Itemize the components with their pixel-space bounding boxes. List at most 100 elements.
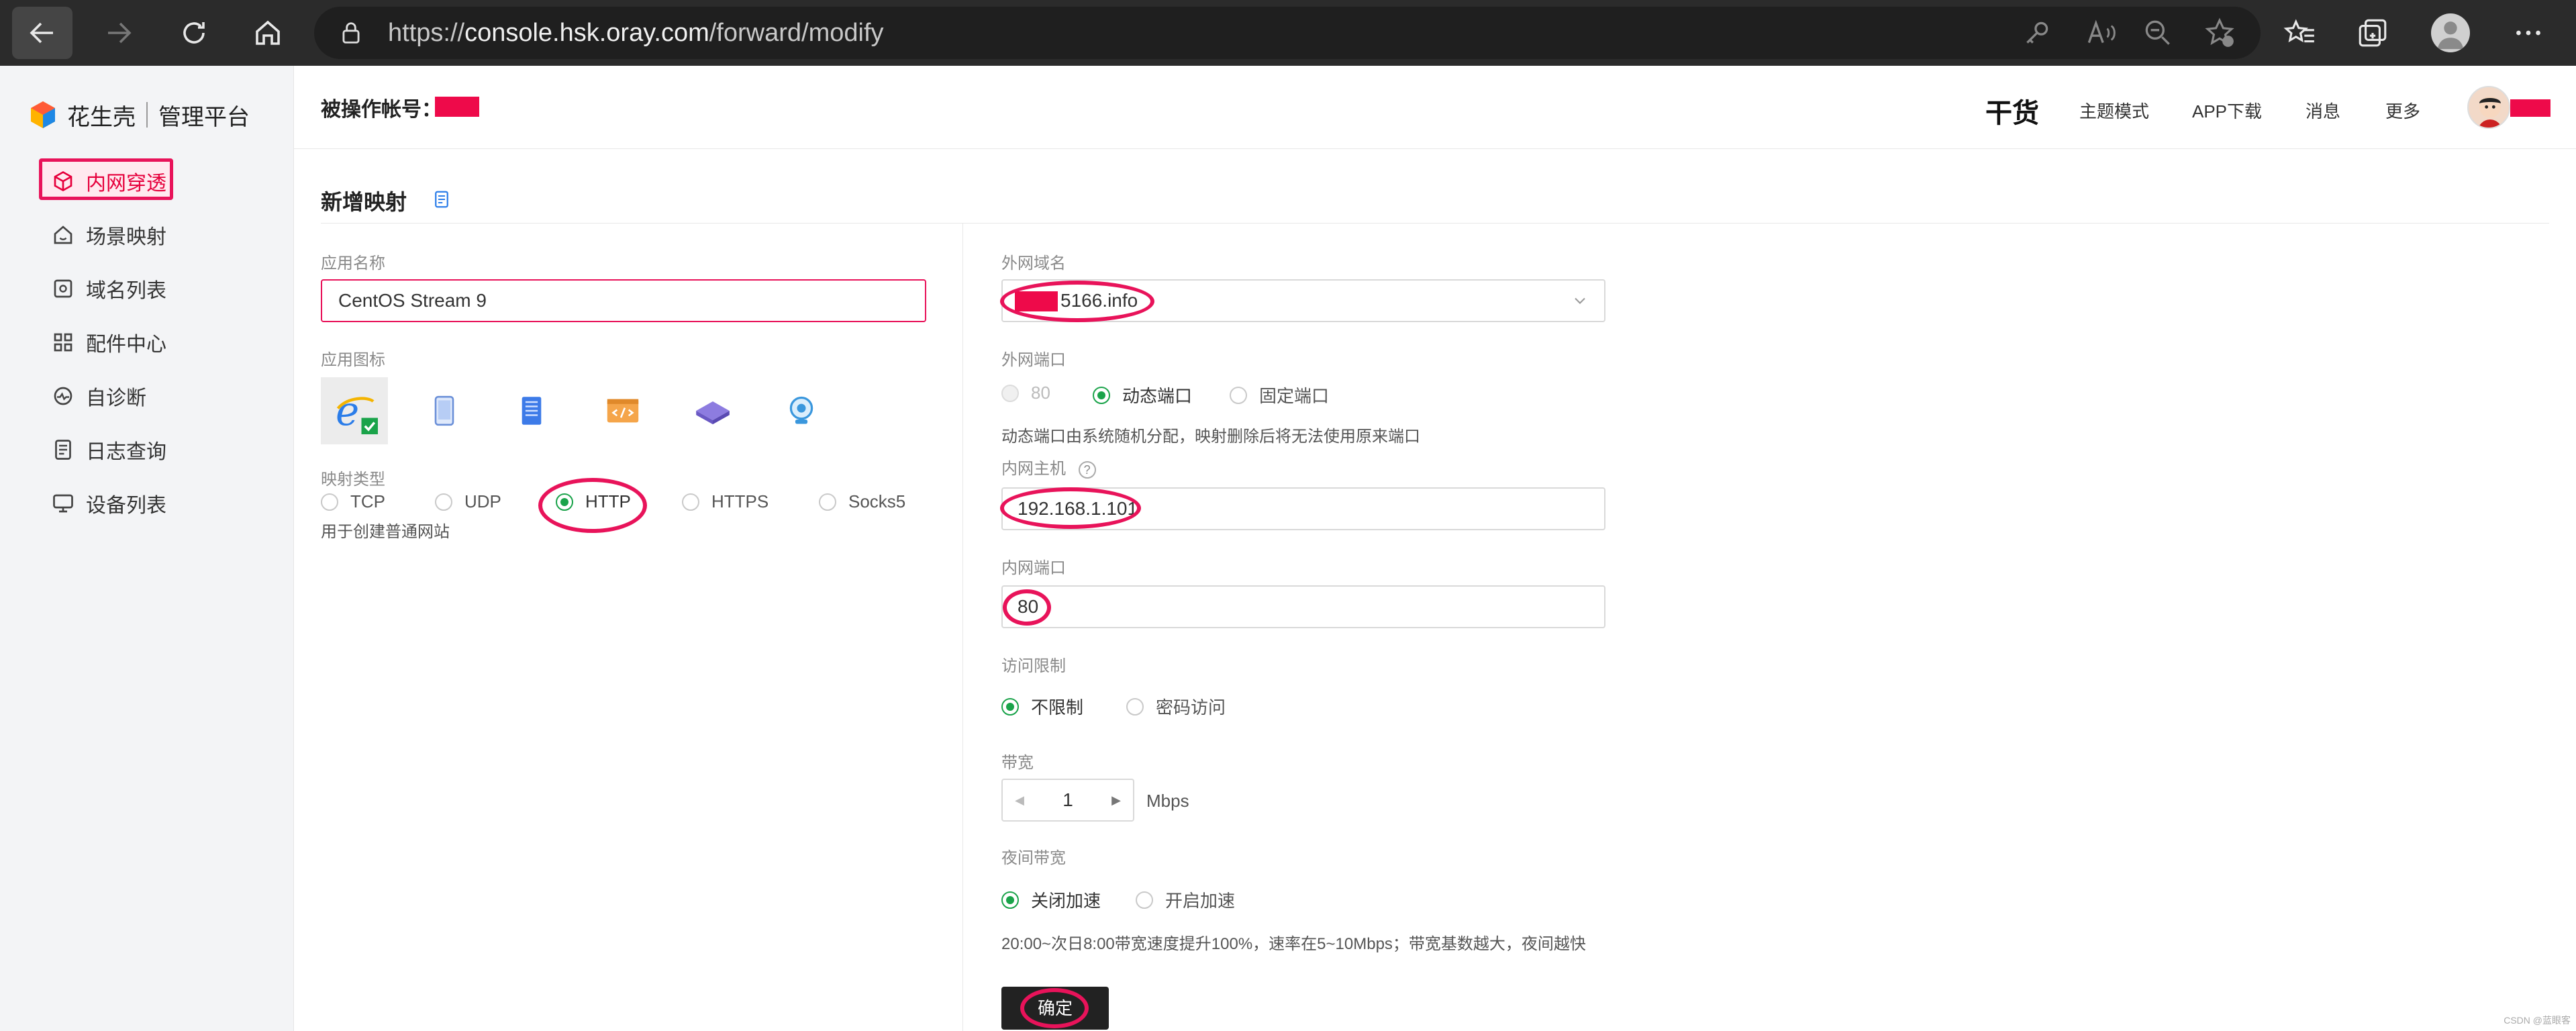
- lock-icon: [342, 22, 360, 44]
- night-bandwidth-hint: 20:00~次日8:00带宽速度提升100%，速率在5~10Mbps；带宽基数越…: [1001, 935, 1586, 953]
- app-icon-label: 应用图标: [321, 351, 385, 369]
- diagnose-icon: [54, 387, 72, 405]
- bandwidth-unit: Mbps: [1146, 791, 1189, 811]
- gan-logo[interactable]: 干货: [1985, 91, 2039, 130]
- sidebar-item-log-query[interactable]: 日志查询: [0, 423, 294, 477]
- radio-label: 动态端口: [1122, 386, 1193, 406]
- radio-dot: [819, 493, 836, 511]
- sidebar-item-label: 自诊断: [86, 387, 146, 409]
- arrow-left-icon: [30, 22, 53, 44]
- title-divider: [321, 223, 2549, 224]
- radio-night-on[interactable]: 开启加速: [1136, 887, 1235, 912]
- profile-avatar[interactable]: [2431, 13, 2470, 52]
- app-name-label: 应用名称: [321, 254, 385, 273]
- radio-access-password[interactable]: 密码访问: [1126, 694, 1226, 719]
- page-title: 新增映射: [321, 190, 407, 214]
- radio-access-unlimited[interactable]: 不限制: [1001, 694, 1083, 719]
- radio-label: UDP: [464, 491, 501, 511]
- router-icon[interactable]: [679, 377, 746, 444]
- browser-toolbar: https://console.hsk.oray.com/forward/mod…: [0, 0, 2576, 66]
- zoom-out-icon[interactable]: [2141, 16, 2175, 50]
- sidebar-item-label: 内网穿透: [86, 173, 166, 195]
- url-text: https://console.hsk.oray.com/forward/mod…: [388, 19, 884, 47]
- ie-icon[interactable]: e: [321, 377, 388, 444]
- chevron-down-icon: [1575, 297, 1585, 304]
- favorites-icon[interactable]: [2283, 16, 2317, 50]
- bandwidth-label: 带宽: [1001, 754, 1034, 772]
- radio-https[interactable]: HTTPS: [682, 491, 769, 512]
- sidebar-item-accessory-center[interactable]: 配件中心: [0, 315, 294, 369]
- sidebar-item-label: 日志查询: [86, 441, 166, 463]
- back-button[interactable]: [12, 7, 72, 59]
- key-icon[interactable]: [2020, 16, 2054, 50]
- refresh-icon: [183, 22, 205, 44]
- brand[interactable]: 花生壳 管理平台: [27, 93, 250, 137]
- sidebar-item-self-diagnosis[interactable]: 自诊断: [0, 369, 294, 423]
- radio-label: 关闭加速: [1031, 891, 1101, 911]
- radio-label: 固定端口: [1259, 386, 1330, 406]
- watermark: CSDN @蓝眼客: [2504, 1015, 2571, 1026]
- bandwidth-stepper[interactable]: ◀ 1 ▶: [1001, 779, 1134, 822]
- help-icon[interactable]: ?: [1078, 461, 1096, 479]
- grid-icon: [54, 333, 72, 352]
- tablet-icon[interactable]: [411, 377, 478, 444]
- more-menu-icon[interactable]: [2512, 16, 2545, 50]
- more-link[interactable]: 更多: [2385, 98, 2420, 123]
- app-download-link[interactable]: APP下载: [2192, 98, 2262, 123]
- ext-port-label: 外网端口: [1001, 351, 1066, 369]
- theme-mode-link[interactable]: 主题模式: [2079, 98, 2149, 123]
- sidebar-item-device-list[interactable]: 设备列表: [0, 477, 294, 530]
- ext-port-hint: 动态端口由系统随机分配，映射删除后将无法使用原来端口: [1001, 428, 1420, 446]
- radio-dot: [1230, 386, 1247, 404]
- sidebar-menu: 内网穿透 场景映射 域名列表 配件中心 自诊断 日志查询 设备列表: [0, 154, 294, 530]
- app-name-input[interactable]: CentOS Stream 9: [321, 279, 926, 322]
- sidebar-item-label: 设备列表: [86, 495, 166, 517]
- radio-port-80[interactable]: 80: [1001, 383, 1050, 403]
- map-type-label: 映射类型: [321, 471, 385, 489]
- sidebar-item-label: 域名列表: [86, 280, 166, 302]
- forward-button[interactable]: [89, 7, 149, 59]
- sidebar: 花生壳 管理平台 内网穿透 场景映射 域名列表 配件中心 自诊断 日志查询 设备…: [0, 66, 294, 1031]
- radio-label: 不限制: [1031, 697, 1084, 718]
- host-label: 内网主机 ?: [1001, 455, 1096, 479]
- radio-night-off[interactable]: 关闭加速: [1001, 887, 1101, 912]
- radio-port-dynamic[interactable]: 动态端口: [1093, 383, 1192, 407]
- address-bar[interactable]: https://console.hsk.oray.com/forward/mod…: [314, 7, 2261, 59]
- radio-dot: [1126, 697, 1144, 716]
- redacted-username: [2510, 99, 2550, 117]
- reload-button[interactable]: [164, 7, 224, 59]
- read-aloud-icon[interactable]: [2083, 16, 2117, 50]
- radio-label: 80: [1031, 383, 1050, 403]
- brand-name: 花生壳: [67, 104, 136, 130]
- collections-icon[interactable]: [2356, 16, 2389, 50]
- document-icon[interactable]: [432, 189, 452, 209]
- messages-link[interactable]: 消息: [2306, 98, 2340, 123]
- increment-icon[interactable]: ▶: [1099, 780, 1133, 820]
- bandwidth-value[interactable]: 1: [1036, 789, 1099, 811]
- home-button[interactable]: [238, 7, 298, 59]
- sidebar-item-scene-mapping[interactable]: 场景映射: [0, 208, 294, 262]
- int-port-input[interactable]: 80: [1001, 585, 1605, 628]
- radio-port-fixed[interactable]: 固定端口: [1230, 383, 1329, 407]
- radio-udp[interactable]: UDP: [435, 491, 501, 512]
- code-icon[interactable]: [589, 377, 656, 444]
- radio-dot-selected: [1001, 891, 1019, 909]
- brand-subtitle: 管理平台: [158, 104, 250, 130]
- radio-socks5[interactable]: Socks5: [819, 491, 905, 512]
- highlight-ellipse: [1020, 988, 1089, 1028]
- sidebar-item-domain-list[interactable]: 域名列表: [0, 262, 294, 315]
- decrement-icon[interactable]: ◀: [1003, 780, 1036, 820]
- sidebar-item-label: 场景映射: [86, 226, 166, 248]
- map-type-hint: 用于创建普通网站: [321, 523, 450, 541]
- camera-icon[interactable]: [768, 377, 835, 444]
- server-icon[interactable]: [498, 377, 565, 444]
- user-avatar[interactable]: [2467, 86, 2510, 129]
- int-port-label: 内网端口: [1001, 559, 1066, 577]
- sidebar-item-nat-traversal[interactable]: 内网穿透: [0, 154, 294, 208]
- oray-logo-icon: [31, 101, 55, 128]
- radio-dot: [435, 493, 452, 511]
- radio-tcp[interactable]: TCP: [321, 491, 385, 512]
- highlight-ellipse: [1003, 589, 1051, 626]
- add-favorite-icon[interactable]: [2203, 16, 2236, 50]
- brand-separator: [146, 102, 148, 128]
